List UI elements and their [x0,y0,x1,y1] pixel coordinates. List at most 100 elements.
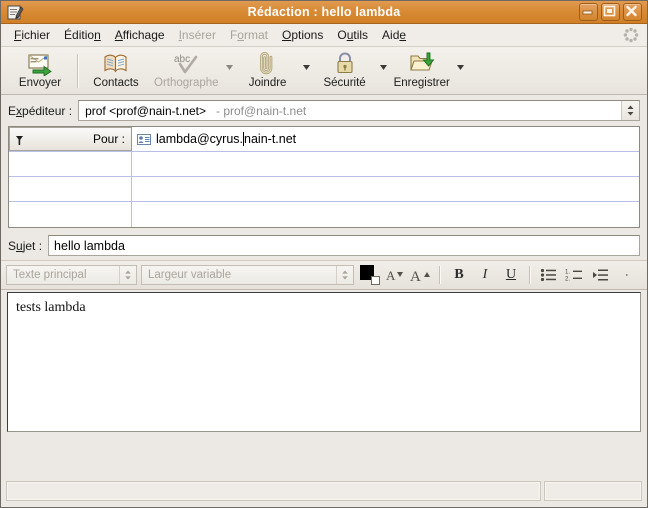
security-button[interactable]: Sécurité [312,47,378,94]
compose-document-icon [6,4,24,21]
recipients-grid[interactable]: Pour : lambda@cyrus.nain-t.net [8,126,640,228]
paragraph-style-chevron-icon[interactable] [119,266,136,284]
menu-outils[interactable]: Outils [330,26,375,44]
recipient-type-selector[interactable]: Pour : [9,127,132,151]
numbered-list-button[interactable]: 1. 2. [564,264,586,286]
updown-chevron-icon[interactable] [621,101,639,120]
save-button[interactable]: Enregistrer [389,47,455,94]
recipient-address-input[interactable]: lambda@cyrus.nain-t.net [132,127,639,151]
security-dropdown-arrow-icon[interactable] [378,49,389,93]
headers-area: Expéditeur : prof <prof@nain-t.net> - pr… [1,95,647,260]
format-separator [439,266,441,284]
spellcheck-abc-icon: abc [169,51,203,76]
paragraph-style-select[interactable]: Texte principal [6,265,137,285]
subject-value: hello lambda [54,239,125,253]
menubar: FFichierichier Édition Affichage Insérer… [1,24,647,47]
message-body-text: tests lambda [16,300,86,315]
format-overflow-button[interactable] [616,264,638,286]
toolbar-separator [77,54,79,88]
message-body-editor[interactable]: tests lambda [7,292,641,432]
text-color-swatch[interactable] [360,265,380,285]
outdent-button[interactable] [590,264,612,286]
contacts-button-label: Contacts [93,77,138,89]
recipient-type-label: Pour : [93,132,125,146]
from-address-value: - prof@nain-t.net [206,104,306,118]
main-toolbar: Envoyer Contacts abc Orthograph [1,47,647,95]
recipient-address-input[interactable] [132,202,639,227]
attach-button[interactable]: Joindre [235,47,301,94]
recipient-row[interactable] [9,152,639,177]
subject-row: Sujet : hello lambda [8,235,640,256]
dropdown-triangle-icon [16,134,23,148]
security-button-label: Sécurité [323,77,365,89]
format-separator [529,266,531,284]
italic-button[interactable]: I [474,264,496,286]
throbber-icon [623,27,639,43]
font-family-select[interactable]: Largeur variable [141,265,354,285]
compose-window: Rédaction : hello lambda FFichierich [0,0,648,508]
menu-options[interactable]: Options [275,26,330,44]
titlebar: Rédaction : hello lambda [1,1,647,24]
minimize-button[interactable] [579,3,598,21]
recipient-type-selector[interactable] [9,152,132,176]
spellcheck-button[interactable]: abc Orthographe [149,47,224,94]
menu-affichage[interactable]: Affichage [108,26,172,44]
menu-aide[interactable]: Aide [375,26,413,44]
contacts-button[interactable]: Contacts [83,47,149,94]
send-button-label: Envoyer [19,77,61,89]
close-button[interactable] [623,3,642,21]
background-color-icon [371,276,380,285]
font-family-chevron-icon[interactable] [336,266,353,284]
status-message-panel [6,481,541,501]
status-progress-panel [544,481,642,501]
from-label: Expéditeur : [8,104,78,118]
format-toolbar: Texte principal Largeur variable [1,260,647,290]
message-body-wrapper: tests lambda [1,290,647,432]
save-folder-icon [408,51,436,76]
from-row: Expéditeur : prof <prof@nain-t.net> - pr… [8,100,640,121]
recipient-row[interactable]: Pour : lambda@cyrus.nain-t.net [9,127,639,152]
subject-label: Sujet : [8,239,48,253]
underline-button[interactable]: U [500,264,522,286]
from-identity-value: prof <prof@nain-t.net> [79,104,206,118]
attach-dropdown-arrow-icon[interactable] [301,49,312,93]
save-dropdown-arrow-icon[interactable] [455,49,466,93]
svg-text:1.: 1. [565,270,570,276]
send-envelope-icon [25,51,55,76]
paragraph-style-value: Texte principal [13,269,87,281]
recipient-address-input[interactable] [132,152,639,176]
attach-button-label: Joindre [249,77,287,89]
from-identity-select[interactable]: prof <prof@nain-t.net> - prof@nain-t.net [78,100,640,121]
contact-card-icon [137,134,151,145]
increase-font-size-button[interactable]: A [410,264,432,286]
svg-text:A: A [386,268,396,283]
send-button[interactable]: Envoyer [7,47,73,94]
spellcheck-dropdown-arrow-icon[interactable] [224,49,235,93]
address-book-icon [102,51,130,76]
decrease-font-size-button[interactable]: A [384,264,406,286]
menu-edition[interactable]: Édition [57,26,108,44]
window-controls [579,3,644,21]
recipient-row[interactable] [9,202,639,227]
maximize-button[interactable] [601,3,620,21]
paperclip-icon [257,51,279,76]
menu-format[interactable]: Format [223,26,275,44]
svg-text:A: A [410,269,421,283]
save-button-label: Enregistrer [394,77,450,89]
svg-text:2.: 2. [565,277,570,283]
recipient-address-text-after: nain-t.net [244,132,296,146]
subject-input[interactable]: hello lambda [48,235,640,256]
recipient-type-selector[interactable] [9,202,132,227]
bullet-list-button[interactable] [538,264,560,286]
statusbar [1,477,647,507]
window-title: Rédaction : hello lambda [1,5,647,19]
font-family-value: Largeur variable [148,269,231,281]
recipient-address-input[interactable] [132,177,639,201]
recipient-type-selector[interactable] [9,177,132,201]
padlock-icon [334,51,356,76]
menu-fichier[interactable]: FFichierichier [7,26,57,44]
recipient-row[interactable] [9,177,639,202]
menu-inserer[interactable]: Insérer [172,26,223,44]
bold-button[interactable]: B [448,264,470,286]
recipient-address-text-before: lambda@cyrus. [156,132,243,146]
